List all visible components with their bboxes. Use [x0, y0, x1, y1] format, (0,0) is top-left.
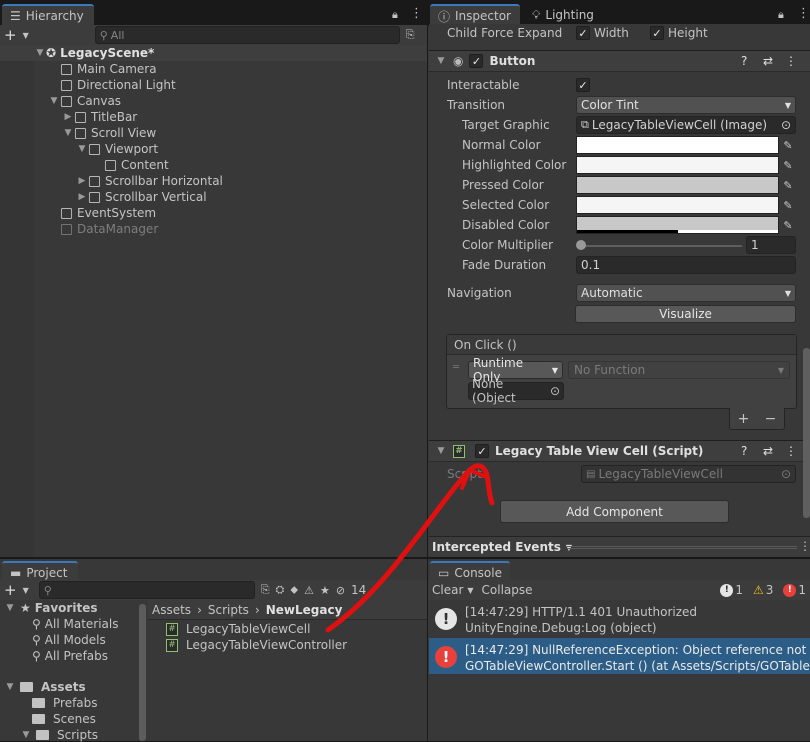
annotation-arrow	[325, 463, 495, 633]
annotation-arrow-line	[325, 463, 495, 633]
